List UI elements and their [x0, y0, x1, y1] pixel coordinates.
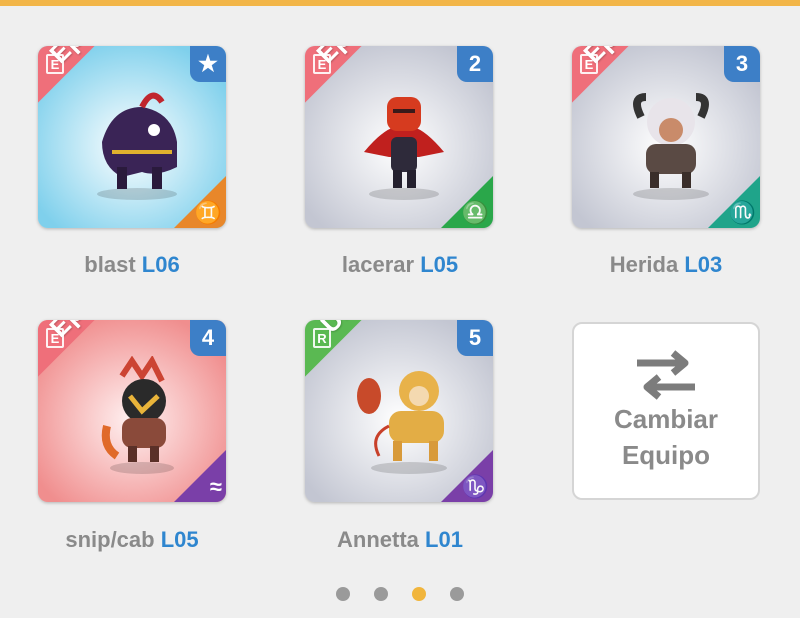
swap-team-label-line2: Equipo	[621, 440, 711, 470]
page-dot-2[interactable]	[374, 587, 388, 601]
creature-card-1[interactable]: Épico E ★ ♊	[38, 46, 226, 228]
rarity-tag-icon: E	[46, 328, 64, 348]
creature-level: L05	[420, 252, 459, 277]
creature-level: L01	[425, 527, 463, 552]
creature-name-label: Annetta	[337, 527, 419, 552]
creature-card-3[interactable]: Épico E 3 ♏	[572, 46, 760, 228]
star-icon: ★	[190, 46, 226, 82]
page-dot-4[interactable]	[450, 587, 464, 601]
slot-number-badge: 2	[457, 46, 493, 82]
slot-number-badge: 4	[190, 320, 226, 356]
creature-level: L05	[160, 527, 199, 552]
creature-level: L06	[141, 252, 180, 277]
rarity-tag-icon: E	[46, 54, 64, 74]
creature-name-1: blast L06	[12, 252, 252, 278]
creature-name-label: snip/cab	[65, 527, 155, 552]
swap-arrows-icon	[637, 349, 695, 400]
creature-card-5[interactable]: Ultra R 5 ♑	[305, 320, 493, 502]
gemini-icon: ♊	[194, 200, 222, 225]
swap-team-label-line1: Cambiar	[613, 403, 719, 434]
creature-name-2: lacerar L05	[280, 252, 520, 278]
slot-number-badge: 5	[457, 320, 493, 356]
creature-card-2[interactable]: Épico E 2 ♎	[305, 46, 493, 228]
aquarius-icon: ≈	[209, 474, 222, 499]
creature-name-5: Annetta L01	[280, 527, 520, 553]
creature-card-4[interactable]: Épico E 4 ≈	[38, 320, 226, 502]
creature-name-label: blast	[84, 252, 136, 277]
top-accent-bar	[0, 0, 800, 6]
creature-name-3: Herida L03	[546, 252, 786, 278]
capricorn-icon: ♑	[461, 474, 489, 499]
libra-icon: ♎	[461, 200, 489, 225]
swap-team-label: Cambiar Equipo	[614, 401, 718, 474]
rarity-tag-icon: E	[313, 54, 331, 74]
scorpio-icon: ♏	[728, 200, 756, 225]
swap-team-button[interactable]: Cambiar Equipo	[572, 322, 760, 500]
creature-name-label: lacerar	[341, 252, 415, 277]
creature-level: L03	[684, 252, 723, 277]
pagination-dots	[0, 587, 800, 601]
creature-name-4: snip/cab L05	[12, 527, 252, 553]
rarity-tag-icon: R	[313, 328, 331, 348]
creature-name-label: Herida	[609, 252, 679, 277]
rarity-tag-icon: E	[580, 54, 598, 74]
slot-number-badge: 3	[724, 46, 760, 82]
page-dot-1[interactable]	[336, 587, 350, 601]
page-dot-3-active[interactable]	[412, 587, 426, 601]
